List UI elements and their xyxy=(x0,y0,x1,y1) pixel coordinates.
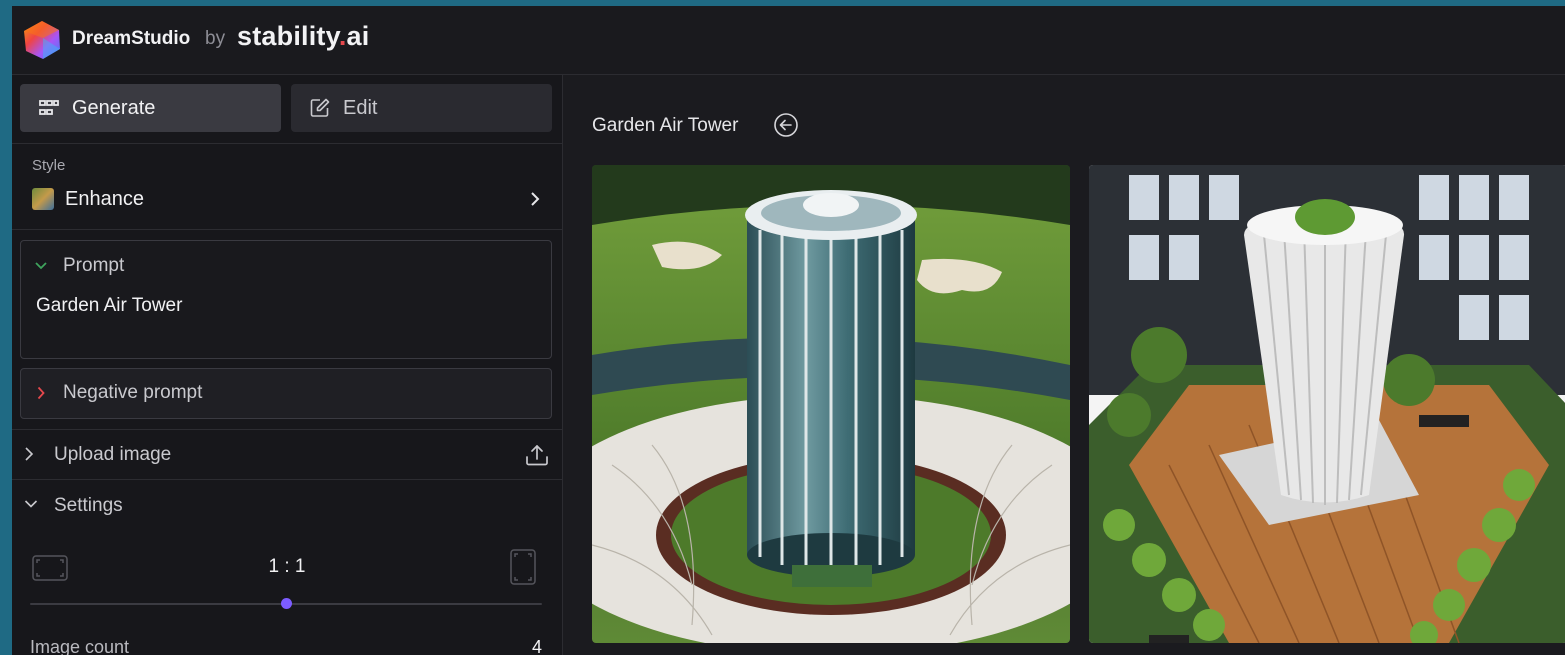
landscape-ratio-icon[interactable] xyxy=(32,555,68,581)
negative-prompt-panel[interactable]: Negative prompt xyxy=(20,368,552,419)
mode-tabs: Generate Edit xyxy=(20,84,552,134)
chevron-down-icon xyxy=(24,500,38,508)
company-logo: stability.ai xyxy=(237,21,369,52)
company-logo-suffix: ai xyxy=(346,21,370,51)
chevron-right-icon xyxy=(37,386,45,400)
aspect-ratio-value: 1 : 1 xyxy=(268,556,306,577)
chevron-down-icon xyxy=(35,262,47,270)
negative-prompt-header[interactable]: Negative prompt xyxy=(37,382,202,404)
portrait-ratio-icon[interactable] xyxy=(510,549,536,585)
upload-image-label: Upload image xyxy=(54,444,172,465)
upload-image-section[interactable]: Upload image xyxy=(12,430,562,480)
app-window: DreamStudio by stability.ai Generate Edi… xyxy=(12,6,1565,655)
style-selector[interactable]: Enhance xyxy=(32,185,542,213)
settings-sidebar: Generate Edit Style Enhance Prompt Garde… xyxy=(12,75,563,655)
divider xyxy=(12,143,562,144)
settings-label: Settings xyxy=(54,495,123,516)
generation-results: Garden Air Tower xyxy=(563,75,1565,655)
tower-on-golf-course-image xyxy=(592,165,1070,643)
enhance-style-thumbnail xyxy=(32,188,54,210)
company-logo-main: stability xyxy=(237,21,339,51)
back-arrow-icon[interactable] xyxy=(773,112,799,138)
upload-icon[interactable] xyxy=(524,442,550,468)
brand-name: DreamStudio xyxy=(72,28,191,49)
image-count-value[interactable]: 4 xyxy=(532,637,542,655)
negative-prompt-label: Negative prompt xyxy=(63,382,203,403)
chevron-right-icon xyxy=(25,447,34,461)
dreamstudio-logo-icon[interactable] xyxy=(22,20,62,60)
tab-edit-label: Edit xyxy=(343,96,378,119)
generated-image[interactable] xyxy=(1089,165,1565,643)
prompt-label: Prompt xyxy=(63,255,125,276)
generation-title: Garden Air Tower xyxy=(592,115,739,136)
brand-by: by xyxy=(205,28,226,49)
company-logo-dot: . xyxy=(338,21,347,51)
prompt-input[interactable]: Garden Air Tower xyxy=(36,295,182,317)
aspect-ratio-slider-thumb[interactable] xyxy=(280,598,292,609)
divider xyxy=(12,229,562,230)
divider xyxy=(12,479,562,480)
image-count-label: Image count xyxy=(30,637,130,655)
pencil-square-icon xyxy=(310,98,330,117)
tab-generate-label: Generate xyxy=(72,96,156,119)
aspect-ratio-slider[interactable] xyxy=(30,598,542,609)
tab-edit[interactable]: Edit xyxy=(291,84,552,132)
grid-icon xyxy=(39,100,59,115)
style-label: Style xyxy=(32,157,66,174)
top-bar: DreamStudio by stability.ai xyxy=(12,6,1565,75)
chevron-right-icon xyxy=(531,192,540,206)
prompt-panel[interactable]: Prompt Garden Air Tower xyxy=(20,240,552,359)
white-tower-in-rooftop-garden-image xyxy=(1089,165,1565,643)
style-value: Enhance xyxy=(65,187,144,210)
tab-generate[interactable]: Generate xyxy=(20,84,281,132)
settings-section-header[interactable]: Settings xyxy=(12,481,562,531)
prompt-header[interactable]: Prompt xyxy=(35,255,124,277)
generated-image[interactable] xyxy=(592,165,1070,643)
